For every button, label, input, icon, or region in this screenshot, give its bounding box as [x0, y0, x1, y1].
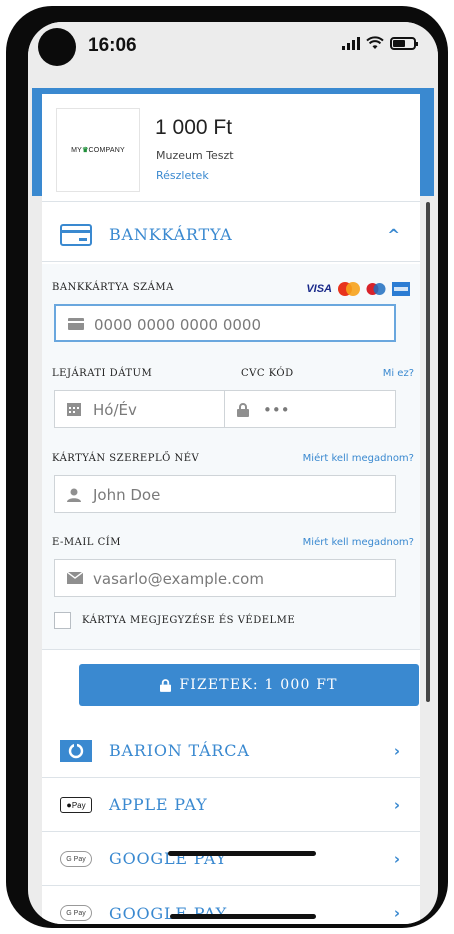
credit-card-icon	[60, 223, 92, 246]
cardholder-name-placeholder: John Doe	[93, 486, 161, 504]
barion-icon	[60, 739, 92, 762]
email-label: E-MAIL CÍM	[52, 537, 121, 548]
bank-card-form: BANKKÁRTYA SZÁMA VISA 0000 0000 0000 000…	[42, 264, 420, 650]
camera-cutout	[38, 28, 76, 66]
method-barion-wallet[interactable]: BARION TÁRCA ›	[42, 724, 420, 778]
cardholder-name-field[interactable]: John Doe	[54, 475, 396, 513]
cvc-help-link[interactable]: Mi ez?	[383, 368, 414, 379]
home-indicator	[168, 851, 316, 856]
remember-card-label: KÁRTYA MEGJEGYZÉSE ÉS VÉDELME	[82, 615, 296, 626]
card-number-label: BANKKÁRTYA SZÁMA	[52, 282, 174, 293]
merchant-summary: MY ♛ COMPANY 1 000 Ft Muzeum Teszt Részlet…	[42, 94, 420, 202]
wifi-icon	[366, 36, 384, 49]
expiry-label: LEJÁRATI DÁTUM	[52, 368, 153, 379]
status-time: 16:06	[88, 35, 137, 56]
phone-frame: 16:06 MY ♛ COMPANY 1 000 Ft Muzeum Teszt…	[6, 6, 448, 928]
visa-icon: VISA	[306, 283, 332, 295]
status-icons	[342, 36, 418, 50]
calendar-icon	[67, 403, 81, 416]
user-icon	[67, 488, 81, 502]
method-apple-pay[interactable]: ● Pay APPLE PAY ›	[42, 778, 420, 832]
expiry-placeholder: Hó/Év	[93, 401, 137, 419]
cardholder-name-help-link[interactable]: Miért kell megadnom?	[303, 453, 414, 464]
method-google-pay[interactable]: G Pay GOOGLE PAY ›	[42, 832, 420, 886]
merchant-logo: MY ♛ COMPANY	[56, 108, 140, 192]
merchant-name: Muzeum Teszt	[156, 149, 234, 162]
cvc-field[interactable]: •••	[225, 390, 396, 428]
amex-icon	[392, 282, 410, 296]
email-field[interactable]: vasarlo@example.com	[54, 559, 396, 597]
chevron-up-icon: ^	[387, 225, 400, 244]
mastercard-icon	[338, 282, 360, 296]
pay-button-label: FIZETEK: 1 000 FT	[179, 677, 338, 693]
payment-amount: 1 000 Ft	[155, 116, 233, 139]
chevron-right-icon: ›	[393, 904, 400, 922]
status-bar: 16:06	[28, 22, 438, 88]
card-number-placeholder: 0000 0000 0000 0000	[94, 316, 261, 334]
signal-icon	[342, 36, 360, 50]
lock-icon	[160, 678, 172, 692]
pay-button[interactable]: FIZETEK: 1 000 FT	[79, 664, 419, 706]
expiry-field[interactable]: Hó/Év	[54, 390, 225, 428]
method-label: APPLE PAY	[109, 795, 208, 814]
card-brand-logos: VISA	[306, 282, 410, 296]
phone-screen: 16:06 MY ♛ COMPANY 1 000 Ft Muzeum Teszt…	[28, 22, 438, 924]
method-label: BARION TÁRCA	[109, 741, 250, 760]
payment-card: MY ♛ COMPANY 1 000 Ft Muzeum Teszt Részlet…	[42, 94, 420, 924]
bank-card-section-header[interactable]: BANKKÁRTYA ^	[42, 208, 420, 262]
cvc-placeholder: •••	[263, 401, 290, 419]
chevron-right-icon: ›	[393, 849, 400, 868]
home-indicator-duplicate	[170, 914, 316, 919]
method-label: GOOGLE PAY	[109, 903, 227, 923]
chevron-right-icon: ›	[393, 741, 400, 760]
cardholder-name-label: KÁRTYÁN SZEREPLŐ NÉV	[52, 453, 200, 464]
details-link[interactable]: Részletek	[156, 169, 209, 182]
cvc-label: CVC KÓD	[241, 368, 294, 379]
card-icon	[68, 318, 84, 330]
envelope-icon	[67, 572, 83, 584]
email-placeholder: vasarlo@example.com	[93, 570, 264, 588]
scrollbar[interactable]	[426, 202, 430, 702]
card-number-field[interactable]: 0000 0000 0000 0000	[54, 304, 396, 342]
bank-card-title: BANKKÁRTYA	[109, 225, 233, 244]
chevron-right-icon: ›	[393, 795, 400, 814]
maestro-icon	[366, 283, 386, 295]
google-pay-icon: G Pay	[60, 851, 92, 867]
google-pay-icon: G Pay	[60, 905, 92, 921]
apple-pay-icon: ● Pay	[60, 797, 92, 813]
battery-icon	[390, 36, 418, 50]
lock-icon	[237, 403, 249, 417]
email-help-link[interactable]: Miért kell megadnom?	[303, 537, 414, 548]
remember-card-checkbox[interactable]	[54, 612, 71, 629]
